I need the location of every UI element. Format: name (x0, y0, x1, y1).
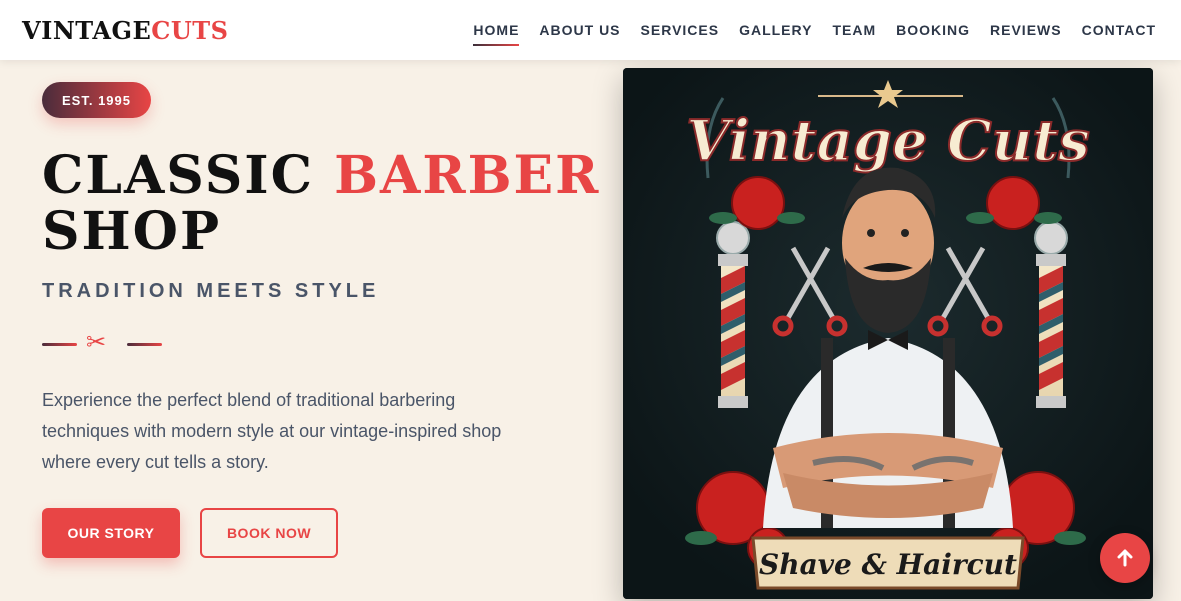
main-menu: HOME ABOUT US SERVICES GALLERY TEAM BOOK… (453, 0, 1156, 60)
logo-text-main: VINTAGE (22, 16, 152, 45)
top-navbar: VINTAGECUTS HOME ABOUT US SERVICES GALLE… (0, 0, 1181, 60)
our-story-button[interactable]: OUR STORY (42, 508, 180, 558)
nav-team[interactable]: TEAM (832, 22, 876, 38)
hero-poster-image: Vintage Cuts Shave & Haircut (623, 68, 1153, 599)
divider-line-left (42, 343, 77, 346)
hero-headline: CLASSIC BARBER SHOP (42, 148, 602, 260)
decorative-divider: ✂ (42, 330, 172, 358)
poster-banner: Shave & Haircut (759, 548, 1017, 581)
nav-about-us[interactable]: ABOUT US (539, 22, 620, 38)
poster-title: Vintage Cuts (686, 108, 1090, 174)
headline-accent: BARBER (334, 145, 601, 206)
hero-description: Experience the perfect blend of traditio… (42, 390, 502, 472)
barber-illustration: Vintage Cuts Shave & Haircut (623, 68, 1153, 599)
back-to-top-button[interactable] (1100, 533, 1150, 583)
logo[interactable]: VINTAGECUTS (22, 16, 228, 45)
book-now-button[interactable]: BOOK NOW (200, 508, 338, 558)
nav-services[interactable]: SERVICES (641, 22, 720, 38)
headline-part1: CLASSIC (42, 145, 335, 206)
scissors-icon: ✂ (86, 329, 107, 356)
nav-booking[interactable]: BOOKING (896, 22, 970, 38)
barber-pole-right (1034, 221, 1068, 408)
established-badge: EST. 1995 (42, 82, 151, 118)
nav-gallery[interactable]: GALLERY (739, 22, 812, 38)
nav-home[interactable]: HOME (473, 22, 520, 46)
logo-text-accent: CUTS (151, 16, 229, 45)
divider-line-right (127, 343, 162, 346)
nav-contact[interactable]: CONTACT (1082, 22, 1156, 38)
hero-tagline: TRADITION MEETS STYLE (42, 280, 380, 302)
barber-pole-left (716, 221, 750, 408)
nav-reviews[interactable]: REVIEWS (990, 22, 1062, 38)
arrow-up-icon (1117, 549, 1133, 567)
headline-part2: SHOP (42, 201, 222, 262)
